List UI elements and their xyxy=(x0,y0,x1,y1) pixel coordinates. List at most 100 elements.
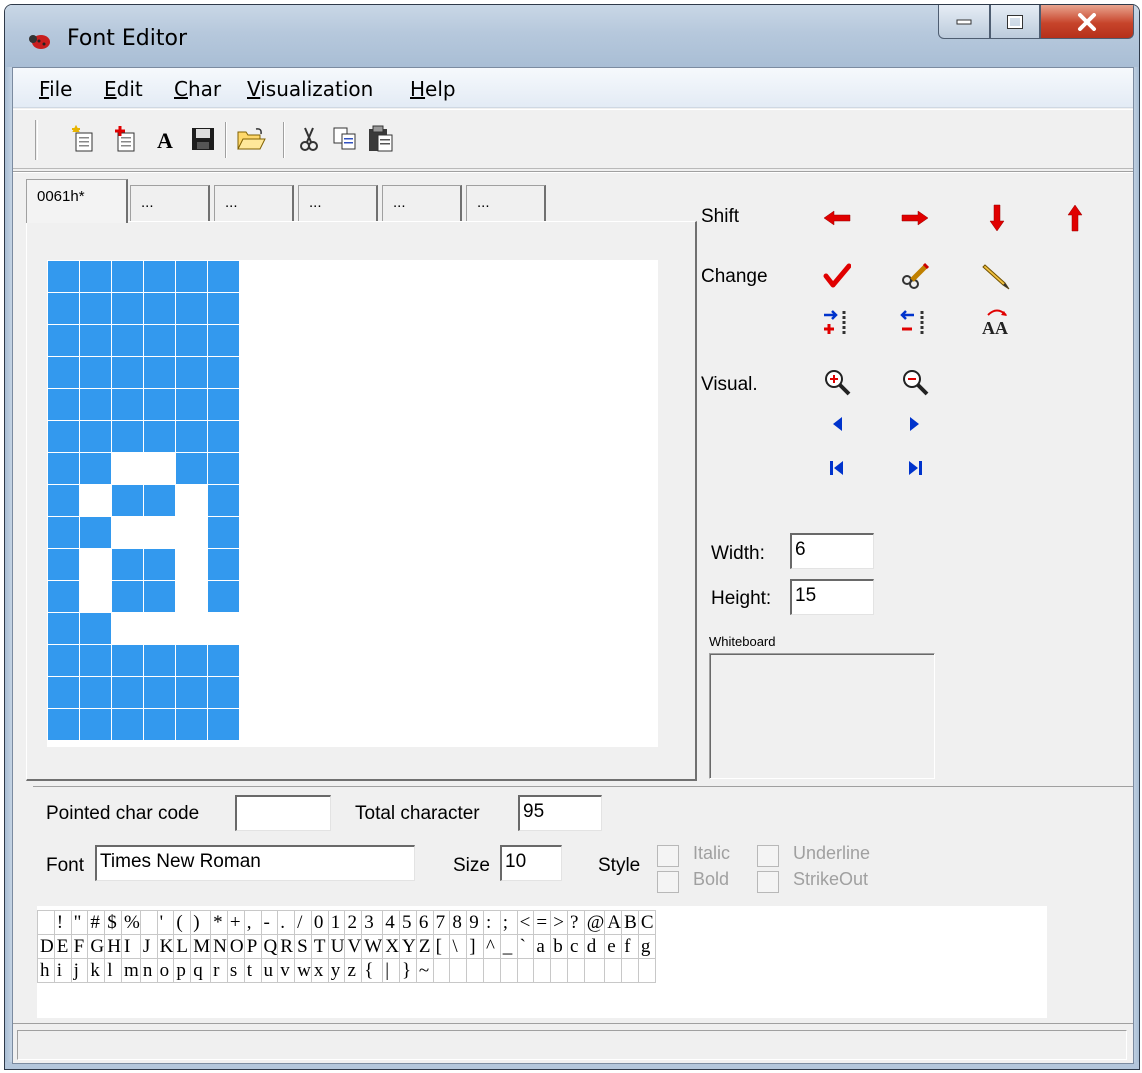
glyph-pixel[interactable] xyxy=(208,357,240,389)
glyph-pixel[interactable] xyxy=(144,421,176,453)
glyph-pixel[interactable] xyxy=(176,549,208,581)
character-cell[interactable]: , xyxy=(243,910,262,935)
glyph-pixel[interactable] xyxy=(112,485,144,517)
glyph-pixel[interactable] xyxy=(176,613,208,645)
character-cell[interactable]: a xyxy=(533,934,552,959)
glyph-pixel[interactable] xyxy=(208,517,240,549)
glyph-pixel[interactable] xyxy=(144,453,176,485)
menu-char[interactable]: Char xyxy=(174,77,221,101)
glyph-pixel[interactable] xyxy=(208,485,240,517)
glyph-pixel[interactable] xyxy=(80,261,112,293)
character-cell[interactable]: Q xyxy=(260,934,279,959)
character-cell[interactable] xyxy=(37,910,55,935)
character-cell[interactable]: 4 xyxy=(382,910,401,935)
glyph-pixel[interactable] xyxy=(208,613,240,645)
character-cell[interactable]: n xyxy=(139,958,158,983)
glyph-pixel[interactable] xyxy=(144,517,176,549)
glyph-pixel[interactable] xyxy=(208,261,240,293)
character-cell[interactable] xyxy=(139,910,158,935)
glyph-pixel[interactable] xyxy=(48,677,80,709)
paste-button[interactable] xyxy=(365,122,397,156)
whiteboard-area[interactable] xyxy=(709,653,935,779)
character-cell[interactable]: @ xyxy=(583,910,606,935)
character-cell[interactable]: I xyxy=(120,934,141,959)
glyph-pixel[interactable] xyxy=(80,485,112,517)
glyph-pixel[interactable] xyxy=(144,677,176,709)
title-bar[interactable]: Font Editor xyxy=(5,5,1139,67)
glyph-pixel[interactable] xyxy=(176,581,208,613)
bold-checkbox[interactable] xyxy=(657,871,679,893)
glyph-pixel[interactable] xyxy=(80,549,112,581)
tab-empty-5[interactable]: ... xyxy=(466,185,546,223)
character-cell[interactable]: ] xyxy=(466,934,484,959)
character-cell[interactable]: Y xyxy=(399,934,417,959)
character-cell[interactable]: 3 xyxy=(361,910,384,935)
character-cell[interactable]: 8 xyxy=(449,910,468,935)
character-cell[interactable]: L xyxy=(173,934,192,959)
character-cell[interactable] xyxy=(432,958,451,983)
character-cell[interactable]: o xyxy=(156,958,175,983)
character-cell[interactable]: ( xyxy=(173,910,192,935)
tab-empty-2[interactable]: ... xyxy=(214,185,294,223)
glyph-pixel[interactable] xyxy=(80,421,112,453)
character-cell[interactable]: ! xyxy=(53,910,72,935)
character-cell[interactable]: s xyxy=(226,958,245,983)
glyph-pixel[interactable] xyxy=(112,677,144,709)
character-cell[interactable]: < xyxy=(516,910,535,935)
character-cell[interactable]: M xyxy=(190,934,212,959)
character-cell[interactable]: S xyxy=(294,934,312,959)
glyph-pixel[interactable] xyxy=(208,645,240,677)
glyph-pixel[interactable] xyxy=(144,389,176,421)
menu-help[interactable]: Help xyxy=(410,77,456,101)
character-cell[interactable]: e xyxy=(604,934,623,959)
tab-empty-3[interactable]: ... xyxy=(298,185,378,223)
character-cell[interactable]: [ xyxy=(432,934,451,959)
character-cell[interactable]: | xyxy=(382,958,401,983)
character-cell[interactable]: " xyxy=(70,910,89,935)
glyph-pixel[interactable] xyxy=(144,709,176,741)
first-char-button[interactable] xyxy=(819,450,855,486)
glyph-pixel[interactable] xyxy=(112,613,144,645)
glyph-pixel[interactable] xyxy=(112,389,144,421)
glyph-pixel[interactable] xyxy=(208,421,240,453)
character-cell[interactable]: E xyxy=(53,934,72,959)
character-cell[interactable]: W xyxy=(361,934,384,959)
glyph-pixel[interactable] xyxy=(48,261,80,293)
glyph-pixel[interactable] xyxy=(144,357,176,389)
character-cell[interactable] xyxy=(533,958,552,983)
minimize-button[interactable] xyxy=(938,5,990,39)
underline-checkbox[interactable] xyxy=(757,845,779,867)
glyph-pixel[interactable] xyxy=(48,485,80,517)
character-cell[interactable]: - xyxy=(260,910,279,935)
glyph-pixel[interactable] xyxy=(112,645,144,677)
character-cell[interactable]: z xyxy=(344,958,363,983)
character-cell[interactable]: O xyxy=(226,934,245,959)
character-cell[interactable] xyxy=(604,958,623,983)
character-cell[interactable]: h xyxy=(37,958,55,983)
font-name-field[interactable]: Times New Roman xyxy=(95,845,415,881)
draw-button[interactable] xyxy=(979,258,1015,294)
glyph-pixel[interactable] xyxy=(112,453,144,485)
glyph-pixel[interactable] xyxy=(144,485,176,517)
menu-edit[interactable]: Edit xyxy=(104,77,143,101)
character-cell[interactable]: d xyxy=(583,934,606,959)
glyph-pixel[interactable] xyxy=(176,357,208,389)
glyph-pixel[interactable] xyxy=(48,549,80,581)
italic-checkbox[interactable] xyxy=(657,845,679,867)
character-cell[interactable]: $ xyxy=(104,910,122,935)
glyph-pixel[interactable] xyxy=(112,581,144,613)
glyph-pixel[interactable] xyxy=(208,453,240,485)
character-cell[interactable]: > xyxy=(550,910,568,935)
character-cell[interactable]: N xyxy=(210,934,228,959)
glyph-pixel[interactable] xyxy=(48,709,80,741)
cut-button[interactable] xyxy=(293,122,325,156)
character-cell[interactable]: ? xyxy=(566,910,585,935)
character-cell[interactable] xyxy=(637,958,656,983)
character-cell[interactable]: p xyxy=(173,958,192,983)
character-cell[interactable]: l xyxy=(104,958,122,983)
character-cell[interactable]: 6 xyxy=(415,910,434,935)
character-cell[interactable] xyxy=(621,958,639,983)
character-cell[interactable] xyxy=(449,958,468,983)
character-cell[interactable]: i xyxy=(53,958,72,983)
character-cell[interactable]: u xyxy=(260,958,279,983)
